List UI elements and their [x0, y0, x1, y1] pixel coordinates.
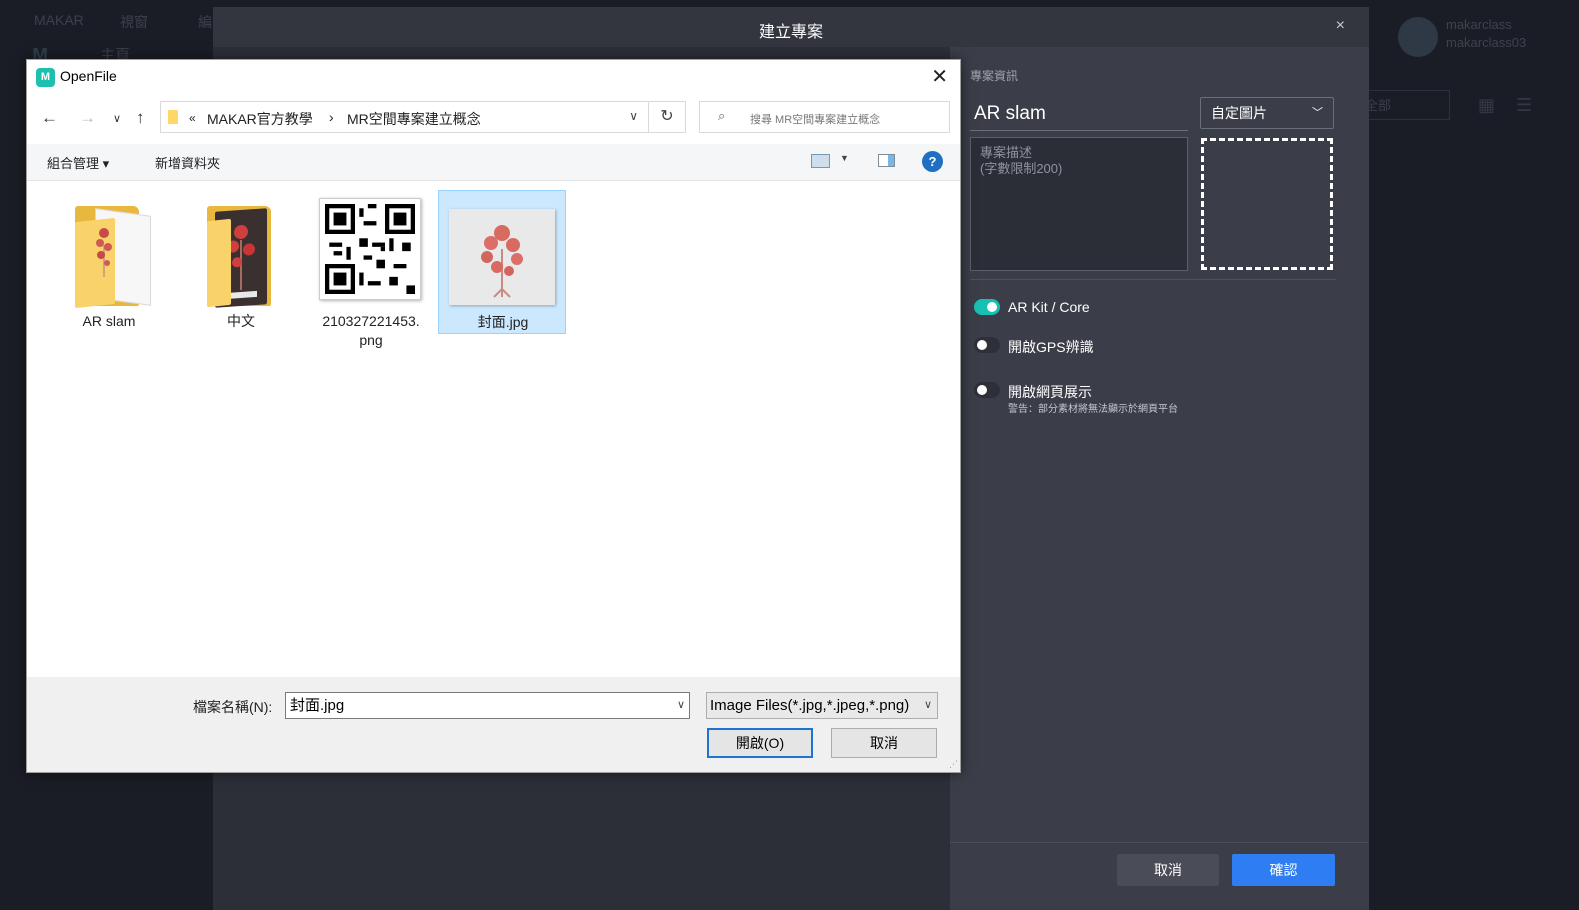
- qr-code-icon: [325, 204, 415, 294]
- modal-title: 建立專案: [758, 24, 823, 41]
- image-type-select[interactable]: 自定圖片 ﹀: [1200, 97, 1334, 129]
- chevron-down-icon: ∨: [923, 699, 932, 711]
- user-name: makarclass: [1446, 17, 1512, 32]
- breadcrumb-item-makar[interactable]: MAKAR官方教學: [207, 109, 313, 129]
- arkit-toggle[interactable]: [974, 299, 1000, 315]
- modal-header: 建立專案 ×: [213, 7, 1369, 47]
- open-file-dialog: M OpenFile ✕ ← → ∨ ↑ « MAKAR官方教學 › MR空間專…: [26, 59, 961, 773]
- nav-edit-menu[interactable]: 編: [198, 12, 212, 32]
- section-label: 專案資訊: [970, 69, 1019, 83]
- resize-grip-icon[interactable]: ⋰: [949, 759, 958, 770]
- up-arrow-icon[interactable]: ↑: [136, 108, 145, 128]
- new-folder-button[interactable]: 新增資料夾: [155, 153, 220, 172]
- image-type-value: 自定圖片: [1211, 105, 1267, 121]
- dialog-toolbar: 組合管理 ▾ 新增資料夾 ▼ ?: [27, 144, 960, 181]
- file-item[interactable]: 210327221453. png: [307, 190, 435, 348]
- folder-front: [207, 218, 231, 308]
- nav-window-menu[interactable]: 視窗: [120, 12, 148, 32]
- file-name: 210327221453. png: [322, 313, 420, 348]
- search-input[interactable]: ⌕ 搜尋 MR空間專案建立概念: [699, 101, 950, 133]
- grid-view-icon[interactable]: ▦: [1478, 95, 1498, 115]
- gps-toggle[interactable]: [974, 337, 1000, 353]
- refresh-icon[interactable]: ↻: [648, 101, 686, 133]
- dialog-cancel-button[interactable]: 取消: [831, 728, 937, 758]
- breadcrumb-overflow[interactable]: «: [189, 111, 196, 125]
- forward-arrow-icon[interactable]: →: [79, 108, 96, 128]
- dialog-close-icon[interactable]: ✕: [931, 64, 948, 89]
- view-mode-icon[interactable]: [811, 154, 830, 168]
- toggle-knob: [987, 302, 997, 312]
- back-arrow-icon[interactable]: ←: [41, 108, 58, 128]
- chevron-down-icon[interactable]: ∨: [677, 693, 685, 718]
- breadcrumb-separator: ›: [329, 109, 334, 125]
- breadcrumb[interactable]: « MAKAR官方教學 › MR空間專案建立概念 ∨: [160, 101, 649, 133]
- breadcrumb-item-current[interactable]: MR空間專案建立概念: [347, 109, 481, 129]
- recent-dropdown-icon[interactable]: ∨: [113, 112, 121, 125]
- chevron-down-icon: ﹀: [1312, 107, 1323, 119]
- filename-input[interactable]: 封面.jpg ∨: [285, 692, 690, 719]
- user-id: makarclass03: [1446, 35, 1527, 50]
- confirm-button[interactable]: 確認: [1232, 854, 1335, 886]
- modal-close-icon[interactable]: ×: [1336, 17, 1345, 35]
- web-display-warning: 警告：部分素材將無法顯示於網頁平台: [1008, 404, 1178, 415]
- file-name: 封面.jpg: [477, 314, 529, 330]
- web-display-toggle-label: 開啟網頁展示: [1008, 384, 1092, 400]
- toggle-knob: [977, 385, 987, 395]
- file-item[interactable]: AR slam: [45, 190, 173, 334]
- open-button[interactable]: 開啟(O): [707, 728, 813, 758]
- image-upload-area[interactable]: [1201, 138, 1333, 270]
- project-description-input[interactable]: 專案描述 (字數限制200): [970, 137, 1188, 271]
- file-item-selected[interactable]: 封面.jpg: [438, 190, 566, 334]
- folder-icon: [168, 110, 178, 124]
- gps-toggle-label: 開啟GPS辨識: [1008, 339, 1094, 355]
- file-name: 中文: [227, 313, 255, 329]
- toggle-knob: [977, 340, 987, 350]
- background-filter-select[interactable]: 全部: [1360, 90, 1450, 120]
- app-icon: M: [36, 68, 55, 87]
- file-item[interactable]: 中文: [177, 190, 305, 334]
- organize-menu[interactable]: 組合管理 ▾: [47, 153, 109, 172]
- chevron-down-icon[interactable]: ∨: [629, 109, 638, 123]
- arkit-toggle-label: AR Kit / Core: [1008, 299, 1090, 315]
- file-type-value: Image Files(*.jpg,*.jpeg,*.png): [710, 697, 910, 714]
- dialog-title: OpenFile: [60, 68, 117, 84]
- nav-brand: MAKAR: [34, 12, 84, 28]
- cancel-button[interactable]: 取消: [1117, 854, 1219, 886]
- project-name-input[interactable]: AR slam: [970, 97, 1188, 131]
- user-avatar[interactable]: [1398, 17, 1438, 57]
- search-icon: ⌕: [718, 108, 726, 123]
- list-view-icon[interactable]: ☰: [1516, 95, 1536, 115]
- filename-label: 檔案名稱(N):: [193, 699, 273, 715]
- divider: [970, 279, 1336, 280]
- tree-thumbnail-icon: [96, 228, 112, 277]
- file-name: AR slam: [82, 313, 136, 329]
- web-display-toggle[interactable]: [974, 382, 1000, 398]
- project-info-panel: 專案資訊 AR slam 自定圖片 ﹀ 專案描述 (字數限制200) AR Ki…: [950, 47, 1369, 910]
- filename-value: 封面.jpg: [290, 697, 345, 714]
- search-placeholder: 搜尋 MR空間專案建立概念: [750, 114, 881, 126]
- file-type-select[interactable]: Image Files(*.jpg,*.jpeg,*.png) ∨: [706, 692, 938, 719]
- qr-code-thumbnail: [319, 198, 421, 300]
- footer-divider: [950, 842, 1369, 843]
- dialog-bottom-area: 檔案名稱(N): 封面.jpg ∨ Image Files(*.jpg,*.jp…: [27, 677, 960, 772]
- photo-thumbnail: [449, 209, 555, 305]
- help-icon[interactable]: ?: [922, 151, 943, 172]
- view-mode-dropdown-icon[interactable]: ▼: [840, 153, 849, 163]
- tree-photo-icon: [481, 225, 523, 298]
- preview-pane-icon[interactable]: [878, 154, 895, 167]
